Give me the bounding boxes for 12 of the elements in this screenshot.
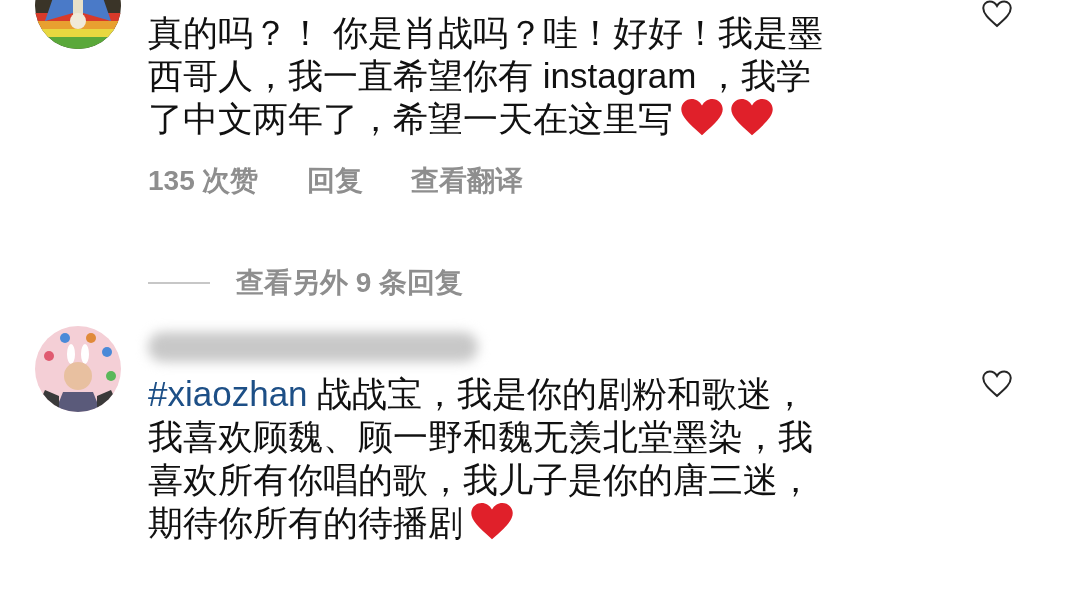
like-count[interactable]: 135 次赞 — [148, 162, 259, 200]
comment-text: 真的吗？！ 你是肖战吗？哇！好好！我是墨 西哥人，我一直希望你有 instagram ，我学 了中文两年了，希望一天在这里写 — [148, 12, 823, 140]
heart-icon — [681, 99, 723, 137]
heart-icon[interactable] — [982, 370, 1012, 398]
more-replies-link[interactable]: 查看另外 9 条回复 — [236, 264, 464, 302]
heart-icon[interactable] — [982, 0, 1012, 28]
heart-icon — [471, 503, 513, 541]
comment-text: #xiaozhan 战战宝，我是你的剧粉和歌迷， 我喜欢顾魏、顾一野和魏无羡北堂墨染，我 喜欢所有你唱的歌，我儿子是你的唐三迷， 期待你所有的待播剧 — [148, 373, 813, 544]
hashtag-link[interactable]: #xiaozhan — [148, 374, 308, 413]
translate-link[interactable]: 查看翻译 — [410, 162, 523, 200]
reply-link[interactable]: 回复 — [306, 162, 363, 200]
heart-icon — [731, 99, 773, 137]
